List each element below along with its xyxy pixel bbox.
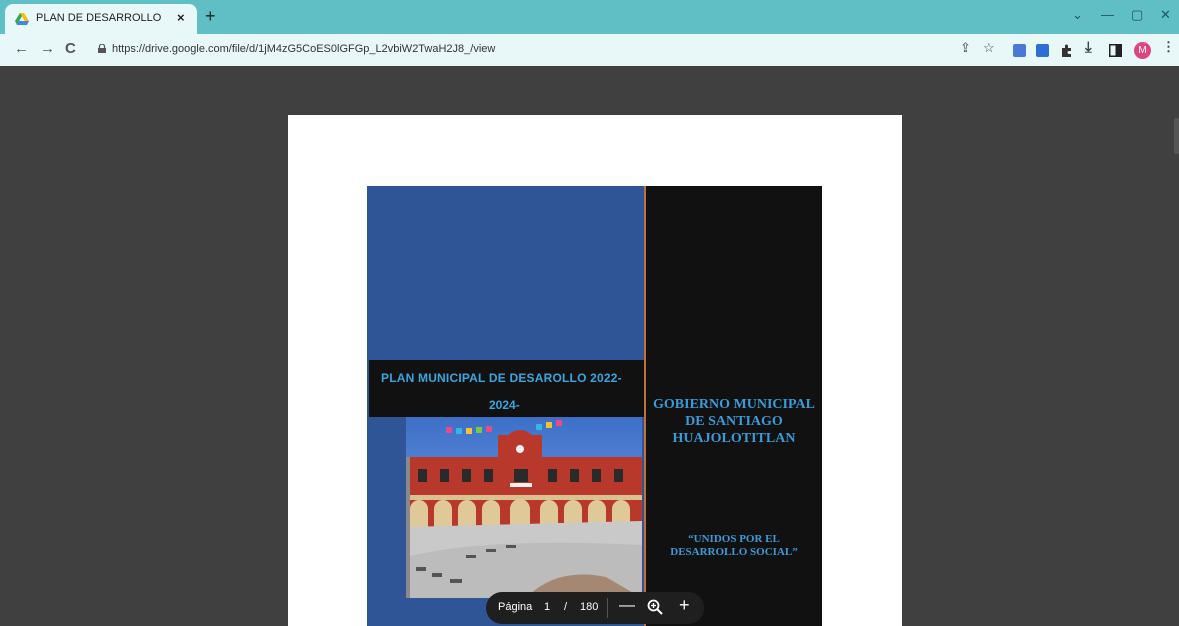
new-tab-button[interactable]: + bbox=[205, 6, 216, 27]
browser-tab-active[interactable]: PLAN DE DESARROLLO MUNICI × bbox=[5, 4, 197, 34]
current-page-input[interactable]: 1 bbox=[544, 601, 550, 613]
total-pages: 180 bbox=[580, 601, 599, 613]
government-name: GOBIERNO MUNICIPAL DE SANTIAGO HUAJOLOTI… bbox=[646, 396, 822, 447]
url-text[interactable]: https://drive.google.com/file/d/1jM4zG5C… bbox=[112, 43, 495, 55]
plan-title-line2: 2024- bbox=[489, 398, 520, 412]
zoom-out-button[interactable]: — bbox=[619, 597, 635, 615]
address-bar[interactable]: https://drive.google.com/file/d/1jM4zG5C… bbox=[88, 38, 1168, 62]
government-line-1: GOBIERNO MUNICIPAL bbox=[653, 397, 815, 412]
bookmark-star-icon[interactable]: ☆ bbox=[983, 40, 995, 56]
pager-divider bbox=[607, 598, 608, 618]
reload-button[interactable]: C bbox=[65, 40, 76, 57]
zoom-in-button[interactable]: + bbox=[679, 595, 690, 616]
extension-bookmark-icon[interactable] bbox=[1036, 44, 1049, 57]
page-separator: / bbox=[564, 601, 568, 613]
google-drive-icon bbox=[15, 13, 29, 25]
tab-close-icon[interactable]: × bbox=[177, 10, 185, 25]
extensions-puzzle-icon[interactable] bbox=[1060, 44, 1073, 57]
share-icon[interactable]: ⇪ bbox=[960, 40, 971, 56]
browser-menu-icon[interactable]: ⋮ bbox=[1162, 39, 1175, 55]
minimize-button[interactable]: — bbox=[1101, 7, 1114, 22]
download-icon[interactable]: ⤓ bbox=[1085, 39, 1092, 56]
page-label: Página bbox=[498, 601, 533, 613]
tab-search-icon[interactable]: ⌄ bbox=[1072, 7, 1083, 23]
tab-title: PLAN DE DESARROLLO MUNICI bbox=[36, 12, 162, 24]
lock-icon bbox=[98, 44, 106, 53]
municipal-building-photo bbox=[406, 417, 642, 598]
government-line-3: HUAJOLOTITLAN bbox=[672, 431, 796, 446]
extension-translate-icon[interactable] bbox=[1013, 44, 1026, 57]
restore-button[interactable]: ▢ bbox=[1131, 7, 1143, 23]
tab-strip: PLAN DE DESARROLLO MUNICI × + ⌄ — ▢ ✕ bbox=[0, 0, 1179, 34]
government-line-2: DE SANTIAGO bbox=[685, 414, 783, 429]
forward-button[interactable]: → bbox=[40, 40, 55, 57]
motto-line-1: “UNIDOS POR EL bbox=[688, 533, 780, 545]
browser-toolbar: ← → C https://drive.google.com/file/d/1j… bbox=[0, 34, 1179, 67]
profile-avatar[interactable]: M bbox=[1134, 42, 1151, 59]
close-window-button[interactable]: ✕ bbox=[1160, 7, 1171, 23]
page-controls: Página 1 / 180 — + bbox=[486, 592, 704, 624]
back-button[interactable]: ← bbox=[14, 40, 29, 57]
motto-line-2: DESARROLLO SOCIAL” bbox=[670, 546, 798, 558]
motto: “UNIDOS POR EL DESARROLLO SOCIAL” bbox=[646, 533, 822, 559]
scrollbar-thumb[interactable] bbox=[1174, 118, 1179, 154]
plan-title-line1: PLAN MUNICIPAL DE DESAROLLO 2022- bbox=[381, 371, 622, 385]
zoom-icon[interactable] bbox=[647, 599, 663, 615]
side-panel-icon[interactable] bbox=[1109, 44, 1122, 57]
